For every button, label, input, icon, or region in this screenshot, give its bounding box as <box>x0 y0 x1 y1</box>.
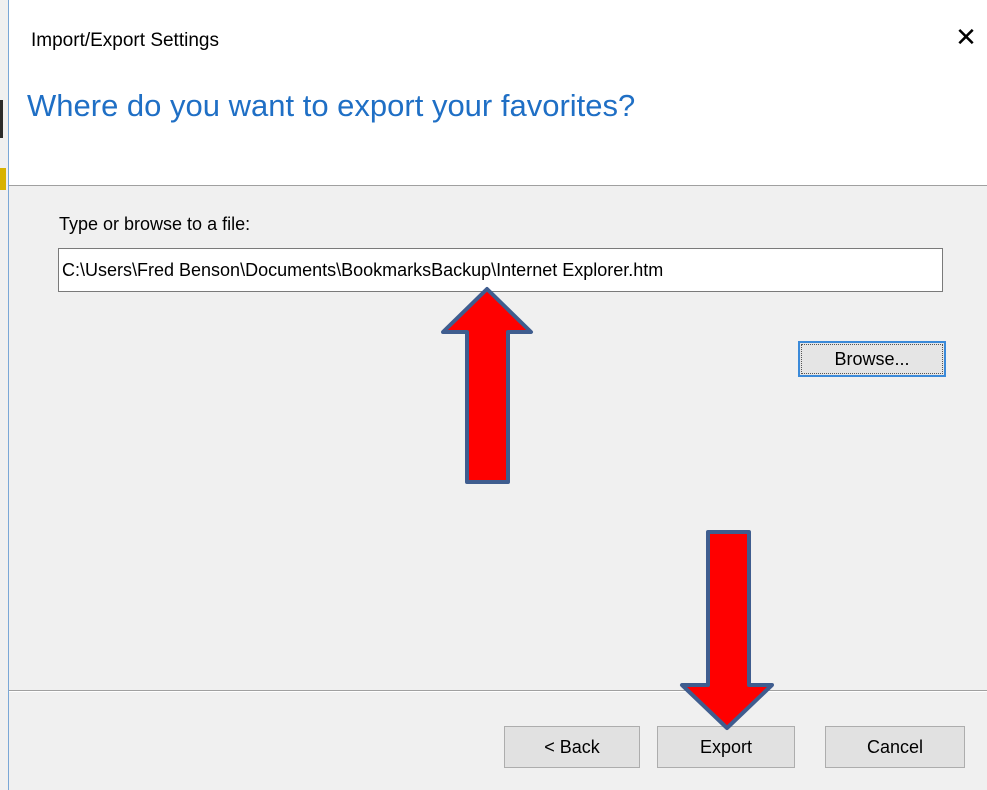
close-icon[interactable]: ✕ <box>951 22 981 52</box>
export-button[interactable]: Export <box>657 726 795 768</box>
wizard-header: Where do you want to export your favorit… <box>9 80 987 185</box>
wizard-footer: < Back Export Cancel <box>9 692 987 790</box>
file-path-label: Type or browse to a file: <box>59 214 251 234</box>
page-title: Where do you want to export your favorit… <box>27 88 636 123</box>
import-export-dialog: Import/Export Settings ✕ Where do you wa… <box>0 0 987 790</box>
browse-button[interactable]: Browse... <box>798 341 946 377</box>
wizard-content: Type or browse to a file: Browse... <box>9 186 987 690</box>
background-window-edge <box>0 0 9 790</box>
background-window-fragment <box>0 100 3 138</box>
title-bar: Import/Export Settings ✕ <box>9 0 987 80</box>
file-path-input[interactable] <box>58 248 943 292</box>
background-window-fragment <box>0 168 6 190</box>
window-title: Import/Export Settings <box>31 30 219 51</box>
cancel-button[interactable]: Cancel <box>825 726 965 768</box>
back-button[interactable]: < Back <box>504 726 640 768</box>
browse-button-label: Browse... <box>801 344 943 374</box>
